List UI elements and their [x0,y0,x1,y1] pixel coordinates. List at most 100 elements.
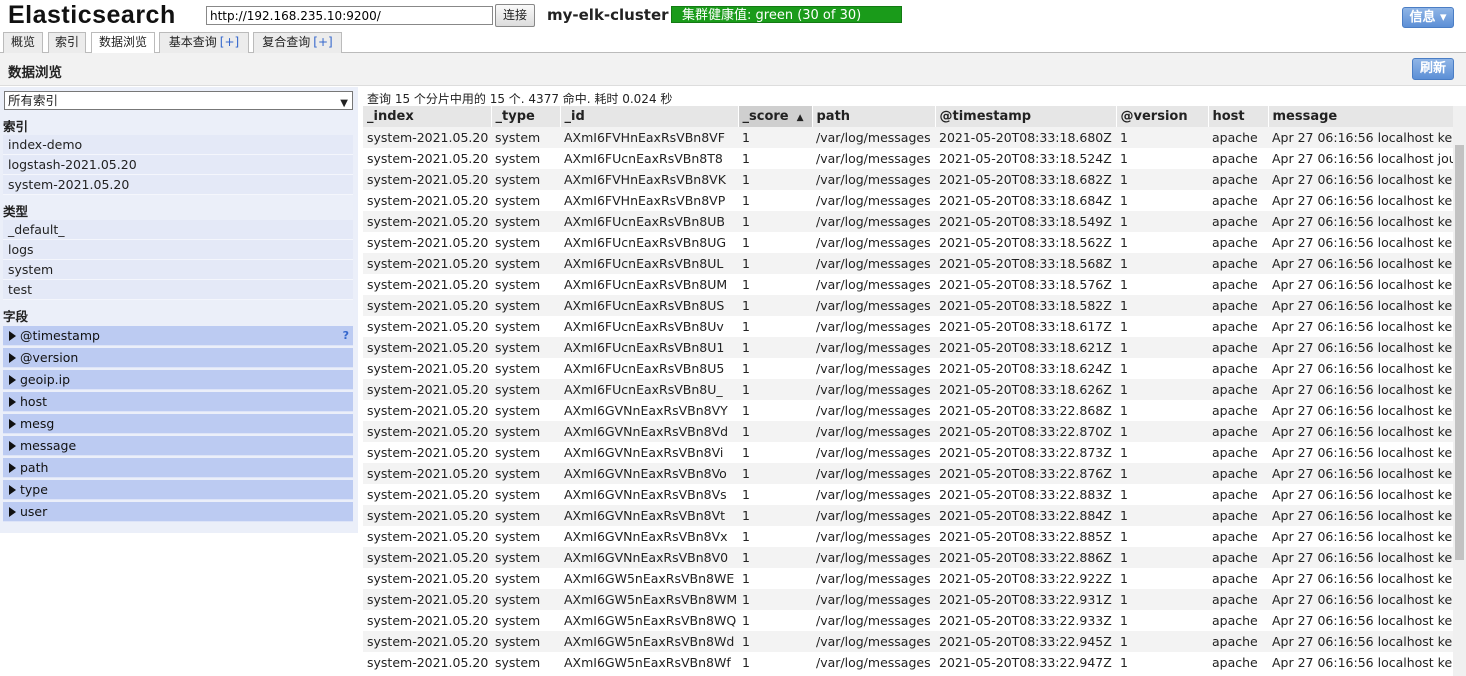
table-header-row: _index _type _id _score ▲ path @timestamp… [363,106,1453,127]
table-row[interactable]: system-2021.05.20 system AXmI6GVNnEaxRsVBn… [363,526,1453,547]
refresh-button[interactable]: 刷新 [1412,58,1454,80]
table-row[interactable]: system-2021.05.20 system AXmI6FUcnEaxRsVBn… [363,358,1453,379]
table-cell: /var/log/messages [812,316,935,337]
table-cell: 1 [738,568,812,589]
table-row[interactable]: system-2021.05.20 system AXmI6FUcnEaxRsVBn… [363,337,1453,358]
sidebar-field-item[interactable]: geoip.ip [3,370,353,390]
table-row[interactable]: system-2021.05.20 system AXmI6GVNnEaxRsVBn… [363,463,1453,484]
expand-triangle-icon [9,397,16,407]
tab-label: 数据浏览 [98,35,147,49]
table-row[interactable]: system-2021.05.20 system AXmI6FUcnEaxRsVBn… [363,295,1453,316]
table-cell: Apr 27 06:16:56 localhost ke [1268,316,1453,337]
indices-heading: 索引 [3,119,29,134]
sidebar-type-item[interactable]: system [3,260,353,280]
sidebar-field-item[interactable]: user [3,502,353,522]
table-row[interactable]: system-2021.05.20 system AXmI6GW5nEaxRsVBn… [363,568,1453,589]
add-tab-icon[interactable]: [+] [313,35,332,49]
tab-basic-query[interactable]: 基本查询 [+] [159,32,249,53]
tab-compound-query[interactable]: 复合查询 [+] [253,32,342,53]
table-cell: system-2021.05.20 [363,547,491,568]
cluster-url-input[interactable] [206,6,493,25]
table-row[interactable]: system-2021.05.20 system AXmI6FUcnEaxRsVBn… [363,232,1453,253]
table-cell: /var/log/messages [812,295,935,316]
column-header-version[interactable]: @version [1116,106,1209,127]
tab-browser[interactable]: 数据浏览 [91,32,155,54]
sidebar-index-item[interactable]: system-2021.05.20 [3,175,353,195]
column-header-host[interactable]: host [1208,106,1269,127]
table-row[interactable]: system-2021.05.20 system AXmI6FUcnEaxRsVBn… [363,253,1453,274]
connect-button[interactable]: 连接 [495,4,535,27]
table-row[interactable]: system-2021.05.20 system AXmI6FUcnEaxRsVBn… [363,274,1453,295]
index-select[interactable]: 所有索引 ▼ [4,91,353,110]
sidebar-field-item[interactable]: mesg [3,414,353,434]
table-cell: Apr 27 06:16:56 localhost ke [1268,211,1453,232]
table-row[interactable]: system-2021.05.20 system AXmI6GW5nEaxRsVBn… [363,589,1453,610]
column-header-score[interactable]: _score ▲ [738,106,813,127]
table-cell: Apr 27 06:16:56 localhost ke [1268,610,1453,631]
table-row[interactable]: system-2021.05.20 system AXmI6FVHnEaxRsVBn… [363,127,1453,148]
tab-overview[interactable]: 概览 [3,32,43,53]
add-tab-icon[interactable]: [+] [220,35,239,49]
table-row[interactable]: system-2021.05.20 system AXmI6FVHnEaxRsVBn… [363,190,1453,211]
column-header-index[interactable]: _index [363,106,492,127]
table-cell: 1 [738,631,812,652]
table-row[interactable]: system-2021.05.20 system AXmI6GW5nEaxRsVBn… [363,652,1453,673]
table-cell: 1 [1116,232,1208,253]
table-cell: system [491,379,560,400]
table-cell: AXmI6FVHnEaxRsVBn8VF [560,127,738,148]
table-cell: system [491,484,560,505]
table-cell: apache [1208,379,1268,400]
table-row[interactable]: system-2021.05.20 system AXmI6GVNnEaxRsVBn… [363,400,1453,421]
table-row[interactable]: system-2021.05.20 system AXmI6GVNnEaxRsVBn… [363,547,1453,568]
table-row[interactable]: system-2021.05.20 system AXmI6GVNnEaxRsVBn… [363,505,1453,526]
results-scrollbar-thumb[interactable] [1455,145,1464,560]
table-cell: system [491,400,560,421]
sidebar-field-item[interactable]: message [3,436,353,456]
table-row[interactable]: system-2021.05.20 system AXmI6FVHnEaxRsVBn… [363,169,1453,190]
sidebar-field-item[interactable]: @timestamp ? [3,326,353,346]
sidebar-field-item[interactable]: host [3,392,353,412]
table-cell: 1 [738,253,812,274]
table-row[interactable]: system-2021.05.20 system AXmI6GVNnEaxRsVBn… [363,442,1453,463]
table-cell: 1 [1116,589,1208,610]
index-select-value: 所有索引 [8,93,59,108]
table-cell: Apr 27 06:16:56 localhost ke [1268,547,1453,568]
sidebar-type-item[interactable]: _default_ [3,220,353,240]
sidebar-field-item[interactable]: @version [3,348,353,368]
table-cell: system-2021.05.20 [363,421,491,442]
table-row[interactable]: system-2021.05.20 system AXmI6GVNnEaxRsVBn… [363,421,1453,442]
column-header-type[interactable]: _type [491,106,561,127]
info-dropdown-button[interactable]: 信息 ▾ [1402,7,1454,28]
table-row[interactable]: system-2021.05.20 system AXmI6FUcnEaxRsVBn… [363,148,1453,169]
column-header-message[interactable]: message [1268,106,1453,127]
tab-indices[interactable]: 索引 [48,32,86,53]
table-cell: AXmI6GW5nEaxRsVBn8WM [560,589,738,610]
table-row[interactable]: system-2021.05.20 system AXmI6FUcnEaxRsVBn… [363,316,1453,337]
sidebar-index-item[interactable]: index-demo [3,135,353,155]
table-row[interactable]: system-2021.05.20 system AXmI6GW5nEaxRsVBn… [363,631,1453,652]
table-cell: system-2021.05.20 [363,295,491,316]
table-cell: 1 [738,148,812,169]
column-header-path[interactable]: path [812,106,936,127]
sidebar-field-item[interactable]: type [3,480,353,500]
table-cell: Apr 27 06:16:56 localhost ke [1268,190,1453,211]
table-row[interactable]: system-2021.05.20 system AXmI6FUcnEaxRsVBn… [363,211,1453,232]
table-cell: 1 [1116,337,1208,358]
sidebar-type-item[interactable]: logs [3,240,353,260]
column-header-timestamp[interactable]: @timestamp [935,106,1117,127]
sidebar-index-item[interactable]: logstash-2021.05.20 [3,155,353,175]
sidebar-field-item[interactable]: path [3,458,353,478]
table-row[interactable]: system-2021.05.20 system AXmI6GVNnEaxRsVBn… [363,484,1453,505]
table-row[interactable]: system-2021.05.20 system AXmI6GW5nEaxRsVBn… [363,610,1453,631]
table-cell: 1 [738,400,812,421]
help-icon[interactable]: ? [343,326,349,346]
table-cell: apache [1208,526,1268,547]
table-row[interactable]: system-2021.05.20 system AXmI6FUcnEaxRsVBn… [363,379,1453,400]
table-cell: 1 [1116,148,1208,169]
table-cell: 1 [738,526,812,547]
expand-triangle-icon [9,419,16,429]
table-cell: 1 [1116,379,1208,400]
column-header-id[interactable]: _id [560,106,739,127]
sidebar-type-item[interactable]: test [3,280,353,300]
table-cell: AXmI6GVNnEaxRsVBn8Vi [560,442,738,463]
